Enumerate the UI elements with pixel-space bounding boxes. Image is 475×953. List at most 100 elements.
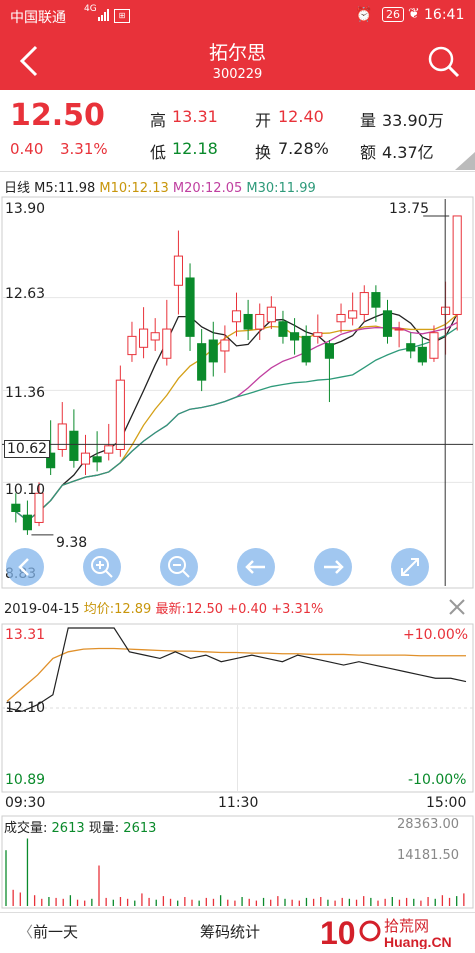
search-icon — [428, 46, 460, 78]
candle — [185, 277, 195, 337]
candle — [115, 379, 125, 450]
prev-day-label: 前一天 — [33, 923, 79, 941]
scroll-left-button[interactable] — [6, 548, 44, 586]
intraday-date: 2019-04-15 — [4, 602, 80, 617]
candle — [197, 343, 207, 381]
svg-text:拾荒网: 拾荒网 — [384, 917, 429, 935]
zoom-in-button[interactable] — [83, 548, 121, 586]
wechat-notify-icon: ⊞ — [114, 9, 130, 23]
close-icon — [449, 599, 465, 615]
alarm-icon: ⏰ — [355, 7, 373, 23]
candle — [11, 503, 21, 513]
arrow-right-icon — [324, 560, 344, 574]
corner-fold-icon — [455, 152, 475, 170]
crosshair-price-label: 10.62 — [4, 440, 51, 458]
expand-icon — [401, 558, 419, 576]
leaf-icon: ❦ — [408, 6, 420, 22]
ma-legend: 日线 M5:11.98 M10:12.13 M20:12.05 M30:11.9… — [4, 177, 316, 196]
move-right-button[interactable] — [314, 548, 352, 586]
time-start: 09:30 — [5, 795, 46, 811]
current-price: 12.50 — [10, 98, 105, 133]
candle — [173, 255, 183, 286]
fullscreen-button[interactable] — [391, 548, 429, 586]
chevron-left-icon: 〈 — [18, 923, 34, 941]
candle — [417, 346, 427, 363]
candle — [278, 321, 288, 337]
signal-icon — [98, 9, 109, 21]
kline-chart[interactable] — [0, 195, 475, 590]
kline-y-label: 13.90 — [5, 201, 46, 217]
amount-value: 4.37亿 — [382, 143, 434, 162]
latest-value: 12.50 — [185, 602, 224, 617]
turnover-label: 换 — [255, 143, 272, 162]
price-change-pct: 3.31% — [60, 140, 108, 158]
candle — [266, 306, 276, 323]
network-label: 4G — [84, 4, 97, 14]
move-left-button[interactable] — [237, 548, 275, 586]
arrow-left-icon — [245, 560, 265, 574]
watermark-logo: 10 拾荒网 Huang.CN — [320, 915, 475, 951]
intraday-header: 2019-04-15 均价:12.89 最新:12.50 +0.40 +3.31… — [4, 598, 323, 617]
amount-label: 额 — [360, 143, 377, 162]
candle — [231, 310, 242, 323]
candle — [301, 335, 311, 363]
ma30-line — [15, 327, 458, 522]
kline-y-label: 10.10 — [5, 482, 46, 498]
ma5-line — [15, 311, 458, 522]
candle — [452, 215, 462, 315]
divider — [0, 171, 475, 172]
candle — [359, 292, 369, 315]
time-mid: 11:30 — [218, 795, 259, 811]
ma5-label: M5:11.98 — [34, 181, 96, 196]
latest-price-line — [6, 627, 467, 712]
candle — [22, 514, 32, 531]
volume-total-label: 成交量: — [4, 821, 48, 836]
price-change: 0.40 — [10, 140, 44, 158]
prev-day-button[interactable]: 〈前一天 — [18, 921, 78, 942]
candle — [382, 310, 393, 337]
left-arrow-icon — [18, 558, 29, 576]
candle — [429, 332, 439, 359]
chip-stats-button[interactable]: 筹码统计 — [200, 921, 260, 942]
chart-frame — [1, 196, 474, 589]
candle — [243, 313, 253, 330]
candle — [255, 313, 265, 330]
quote-panel: 12.50 0.40 3.31% 高 13.31 开 12.40 量 33.90… — [0, 90, 475, 170]
zoom-out-button[interactable] — [160, 548, 198, 586]
svg-text:Huang.CN: Huang.CN — [384, 934, 452, 949]
candle — [220, 339, 230, 352]
ma20-line — [15, 321, 458, 522]
kline-y-label: 11.36 — [5, 385, 46, 401]
candle — [371, 292, 381, 308]
intraday-chart[interactable] — [0, 622, 475, 794]
close-intraday-button[interactable] — [446, 596, 468, 618]
period-label: 日线 — [4, 181, 31, 196]
zoom-out-icon — [168, 556, 190, 578]
carrier-label: 中国联通 — [10, 10, 66, 26]
intraday-change-pct: +3.31% — [271, 602, 324, 617]
high-marker-label: 13.75 — [389, 201, 430, 217]
candle — [394, 328, 404, 331]
search-button[interactable] — [426, 44, 462, 80]
title-bar: 拓尔思 300229 — [0, 32, 475, 90]
stock-name: 拓尔思 — [208, 42, 266, 64]
kline-y-label: 12.63 — [5, 286, 46, 302]
battery-icon: 26 — [382, 7, 404, 22]
stock-code: 300229 — [212, 67, 263, 82]
high-label: 高 — [150, 111, 167, 130]
battery-level: 26 — [386, 8, 400, 21]
volume-total-value: 2613 — [51, 821, 85, 836]
volume-y-top: 28363.00 — [397, 817, 460, 832]
candle — [57, 423, 67, 450]
status-bar: 中国联通 4G ⊞ ⏰ 26 ❦ 16:41 — [0, 0, 475, 32]
ma20-label: M20:12.05 — [172, 181, 243, 196]
candle — [208, 339, 218, 363]
ma10-label: M10:12.13 — [99, 181, 169, 196]
candle — [150, 332, 160, 341]
intraday-change: +0.40 — [227, 602, 268, 617]
candle — [80, 452, 91, 465]
candle — [104, 445, 114, 454]
ma30-label: M30:11.99 — [246, 181, 316, 196]
candle — [324, 343, 334, 359]
candle — [406, 343, 416, 352]
